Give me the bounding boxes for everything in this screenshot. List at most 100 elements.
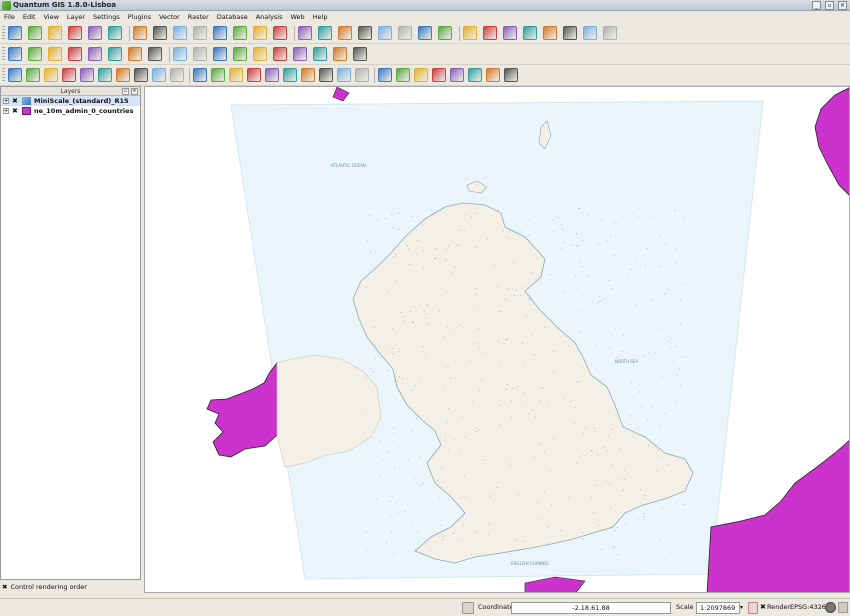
maximize-button[interactable]: ▫	[825, 1, 834, 10]
add-wms-icon[interactable]	[378, 26, 392, 40]
add-part-icon[interactable]	[543, 26, 557, 40]
digitize-icon[interactable]	[128, 47, 142, 61]
add-feature-icon[interactable]	[173, 26, 187, 40]
menu-help[interactable]: Help	[313, 13, 328, 21]
zoom-in-icon[interactable]	[44, 68, 58, 82]
map-canvas[interactable]: ATLANTIC OCEAN NORTH SEA ENGLISH CHANNEL	[144, 86, 850, 593]
float-panel-icon[interactable]: ▫	[122, 88, 129, 95]
zoom-last-icon[interactable]	[134, 68, 148, 82]
copy-icon[interactable]	[273, 26, 287, 40]
close-button[interactable]: ✕	[838, 1, 847, 10]
scale-combobox[interactable]: 1:2097869	[696, 602, 740, 614]
snapping-icon[interactable]	[483, 26, 497, 40]
menu-raster[interactable]: Raster	[188, 13, 209, 21]
move-feature-icon[interactable]	[355, 68, 369, 82]
new-layer-icon[interactable]	[418, 26, 432, 40]
copy-icon[interactable]	[432, 68, 446, 82]
add-spatialite-icon[interactable]	[398, 26, 412, 40]
menu-web[interactable]: Web	[291, 13, 305, 21]
stop-render-icon[interactable]	[748, 602, 758, 614]
digitize-icon[interactable]	[133, 26, 147, 40]
control-rendering-order-checkbox[interactable]: ✖ Control rendering order	[0, 581, 141, 593]
zoom-full-icon[interactable]	[80, 68, 94, 82]
menu-layer[interactable]: Layer	[67, 13, 85, 21]
expand-icon[interactable]: +	[3, 108, 9, 114]
save-as-icon[interactable]	[68, 47, 82, 61]
paste-icon[interactable]	[298, 26, 312, 40]
cut-icon[interactable]	[414, 68, 428, 82]
node-tool-icon[interactable]	[378, 68, 392, 82]
menu-edit[interactable]: Edit	[23, 13, 36, 21]
print-icon[interactable]	[108, 47, 122, 61]
add-vector-icon[interactable]	[468, 68, 482, 82]
copy-icon[interactable]	[273, 47, 287, 61]
menu-settings[interactable]: Settings	[93, 13, 120, 21]
delete-selected-icon[interactable]	[396, 68, 410, 82]
composer-icon[interactable]	[88, 47, 102, 61]
menu-view[interactable]: View	[43, 13, 58, 21]
capture-line-icon[interactable]	[438, 26, 452, 40]
cut-icon[interactable]	[253, 26, 267, 40]
delete-selected-icon[interactable]	[233, 26, 247, 40]
print-icon[interactable]	[108, 26, 122, 40]
refresh-icon[interactable]	[170, 68, 184, 82]
digitize-icon[interactable]	[301, 68, 315, 82]
print-icon[interactable]	[283, 68, 297, 82]
save-edits-icon[interactable]	[148, 47, 162, 61]
crs-status-icon[interactable]	[825, 602, 836, 613]
move-feature-icon[interactable]	[193, 47, 207, 61]
capture-polygon-icon[interactable]	[463, 26, 477, 40]
chevron-down-icon[interactable]: ▾	[740, 604, 743, 611]
save-edits-icon[interactable]	[153, 26, 167, 40]
add-feature-icon[interactable]	[173, 47, 187, 61]
new-project-icon[interactable]	[193, 68, 207, 82]
menu-database[interactable]: Database	[217, 13, 248, 21]
new-project-icon[interactable]	[8, 47, 22, 61]
add-raster-icon[interactable]	[333, 47, 347, 61]
pan-to-selection-icon[interactable]	[26, 68, 40, 82]
open-project-icon[interactable]	[28, 26, 42, 40]
paste-icon[interactable]	[450, 68, 464, 82]
layer-item-countries[interactable]: + ✖ ne_10m_admin_0_countries	[1, 106, 140, 116]
reshape-icon[interactable]	[603, 26, 617, 40]
move-feature-icon[interactable]	[193, 26, 207, 40]
save-project-icon[interactable]	[48, 26, 62, 40]
add-postgis-icon[interactable]	[353, 47, 367, 61]
menu-vector[interactable]: Vector	[159, 13, 180, 21]
open-project-icon[interactable]	[28, 47, 42, 61]
save-as-icon[interactable]	[247, 68, 261, 82]
delete-ring-icon[interactable]	[563, 26, 577, 40]
open-project-icon[interactable]	[211, 68, 225, 82]
layer-item-miniscale[interactable]: + ✖ MiniScale_(standard)_R15	[1, 96, 140, 106]
messages-icon[interactable]	[838, 602, 848, 613]
save-project-icon[interactable]	[48, 47, 62, 61]
close-panel-icon[interactable]: ✕	[131, 88, 138, 95]
zoom-layer-icon[interactable]	[98, 68, 112, 82]
composer-icon[interactable]	[265, 68, 279, 82]
delete-part-icon[interactable]	[583, 26, 597, 40]
zoom-next-icon[interactable]	[152, 68, 166, 82]
layer-visibility-checkbox[interactable]: ✖	[12, 107, 19, 115]
save-as-icon[interactable]	[68, 26, 82, 40]
add-raster-icon[interactable]	[338, 26, 352, 40]
new-project-icon[interactable]	[8, 26, 22, 40]
toggle-extents-icon[interactable]	[462, 602, 474, 614]
add-vector-icon[interactable]	[318, 26, 332, 40]
simplify-icon[interactable]	[503, 26, 517, 40]
menu-analysis[interactable]: Analysis	[256, 13, 283, 21]
paste-icon[interactable]	[293, 47, 307, 61]
save-edits-icon[interactable]	[319, 68, 333, 82]
pan-icon[interactable]	[8, 68, 22, 82]
add-raster-icon[interactable]	[486, 68, 500, 82]
render-checkbox[interactable]: ✖	[760, 603, 766, 611]
crs-label[interactable]: EPSG:4326	[790, 603, 826, 611]
add-postgis-icon[interactable]	[504, 68, 518, 82]
add-feature-icon[interactable]	[337, 68, 351, 82]
zoom-selection-icon[interactable]	[116, 68, 130, 82]
composer-icon[interactable]	[88, 26, 102, 40]
save-project-icon[interactable]	[229, 68, 243, 82]
add-vector-icon[interactable]	[313, 47, 327, 61]
menu-plugins[interactable]: Plugins	[128, 13, 151, 21]
minimize-button[interactable]: _	[812, 1, 821, 10]
node-tool-icon[interactable]	[213, 47, 227, 61]
